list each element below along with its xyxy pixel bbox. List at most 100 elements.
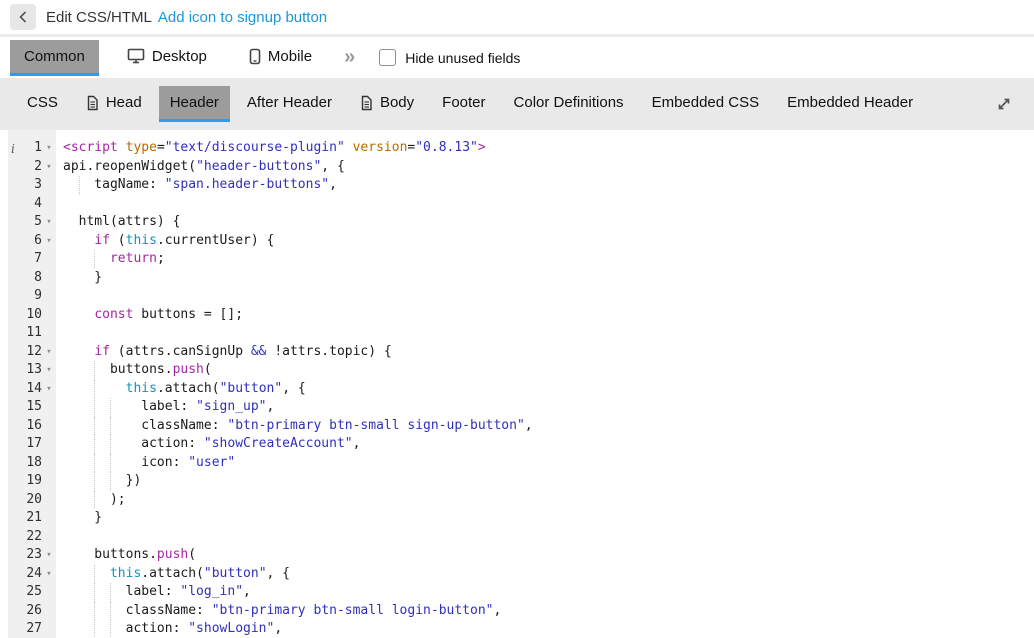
hide-unused-checkbox[interactable] [379,49,396,66]
code-text[interactable]: if (this.currentUser) { [56,232,274,251]
line-number: 13 [8,361,42,380]
fold-arrow-icon[interactable]: ▾ [42,380,56,399]
code-editor[interactable]: i1▾<script type="text/discourse-plugin" … [0,130,1034,638]
code-line[interactable]: 4 [8,195,1034,214]
code-line[interactable]: 3 tagName: "span.header-buttons", [8,176,1034,195]
fold-arrow-icon[interactable]: ▾ [42,158,56,177]
back-button[interactable] [10,4,36,30]
code-line[interactable]: 2▾api.reopenWidget("header-buttons", { [8,158,1034,177]
maximize-icon[interactable] [996,96,1018,112]
tab-label: Embedded Header [787,94,913,111]
code-text[interactable]: if (attrs.canSignUp && !attrs.topic) { [56,343,392,362]
tab-embedded-css[interactable]: Embedded CSS [641,86,771,122]
code-line[interactable]: 17 action: "showCreateAccount", [8,435,1034,454]
code-text[interactable]: api.reopenWidget("header-buttons", { [56,158,345,177]
code-text[interactable] [56,287,63,306]
code-line[interactable]: 24▾ this.attach("button", { [8,565,1034,584]
code-text[interactable]: this.attach("button", { [56,380,306,399]
code-text[interactable]: this.attach("button", { [56,565,290,584]
code-line[interactable]: 23▾ buttons.push( [8,546,1034,565]
overflow-chevrons-icon[interactable]: » [344,46,353,69]
code-line[interactable]: 18 icon: "user" [8,454,1034,473]
tab-footer[interactable]: Footer [431,86,496,122]
code-line[interactable]: 9 [8,287,1034,306]
code-text[interactable]: } [56,269,102,288]
tab-css[interactable]: CSS [16,86,69,122]
code-text[interactable]: className: "btn-primary btn-small login-… [56,602,501,621]
code-line[interactable]: 22 [8,528,1034,547]
code-text[interactable]: tagName: "span.header-buttons", [56,176,337,195]
code-line[interactable]: 8 } [8,269,1034,288]
code-line[interactable]: 27 action: "showLogin", [8,620,1034,638]
code-text[interactable] [56,528,63,547]
code-text[interactable]: const buttons = []; [56,306,243,325]
code-text[interactable]: className: "btn-primary btn-small sign-u… [56,417,533,436]
code-text[interactable]: action: "showCreateAccount", [56,435,360,454]
fold-slot [42,324,56,343]
code-line[interactable]: 12▾ if (attrs.canSignUp && !attrs.topic)… [8,343,1034,362]
code-text[interactable]: buttons.push( [56,361,212,380]
code-line[interactable]: 19 }) [8,472,1034,491]
code-text[interactable]: buttons.push( [56,546,196,565]
code-line[interactable]: 6▾ if (this.currentUser) { [8,232,1034,251]
indent-guide [94,435,95,454]
tab-header[interactable]: Header [159,86,230,122]
code-text[interactable]: <script type="text/discourse-plugin" ver… [56,139,486,158]
fold-arrow-icon[interactable]: ▾ [42,343,56,362]
code-text[interactable]: action: "showLogin", [56,620,282,638]
indent-guide [94,417,95,436]
tab-body[interactable]: Body [349,86,425,122]
tab-head[interactable]: Head [75,86,153,122]
fold-arrow-icon[interactable]: ▾ [42,565,56,584]
line-number: 22 [8,528,42,547]
code-text[interactable]: html(attrs) { [56,213,180,232]
code-line[interactable]: 20 ); [8,491,1034,510]
tab-common[interactable]: Common [10,40,99,76]
code-line[interactable]: 25 label: "log_in", [8,583,1034,602]
code-line[interactable]: 14▾ this.attach("button", { [8,380,1034,399]
fold-arrow-icon[interactable]: ▾ [42,139,56,158]
line-number: 12 [8,343,42,362]
code-line[interactable]: 5▾ html(attrs) { [8,213,1034,232]
line-number: 8 [8,269,42,288]
code-line[interactable]: 7 return; [8,250,1034,269]
tab-color-definitions[interactable]: Color Definitions [503,86,635,122]
gutter-cell: 10 [8,306,56,325]
tab-after-header[interactable]: After Header [236,86,343,122]
fold-slot [42,176,56,195]
code-text[interactable]: return; [56,250,165,269]
code-line[interactable]: 13▾ buttons.push( [8,361,1034,380]
tab-desktop[interactable]: Desktop [113,40,221,76]
code-text[interactable] [56,324,63,343]
code-text[interactable] [56,195,63,214]
gutter-cell: 19 [8,472,56,491]
fold-arrow-icon[interactable]: ▾ [42,361,56,380]
customization-name-link[interactable]: Add icon to signup button [158,9,327,26]
line-number: 20 [8,491,42,510]
gutter-cell: 3 [8,176,56,195]
fold-slot [42,602,56,621]
code-line[interactable]: 15 label: "sign_up", [8,398,1034,417]
tab-embedded-header[interactable]: Embedded Header [776,86,924,122]
code-text[interactable]: } [56,509,102,528]
tab-mobile[interactable]: Mobile [235,40,326,76]
code-line[interactable]: 26 className: "btn-primary btn-small log… [8,602,1034,621]
code-text[interactable]: ); [56,491,126,510]
fold-arrow-icon[interactable]: ▾ [42,213,56,232]
code-text[interactable]: }) [56,472,141,491]
indent-guide [110,435,111,454]
code-text[interactable]: label: "sign_up", [56,398,274,417]
code-text[interactable]: icon: "user" [56,454,235,473]
tab-label: After Header [247,94,332,111]
fold-arrow-icon[interactable]: ▾ [42,232,56,251]
code-line[interactable]: 11 [8,324,1034,343]
desktop-icon [127,48,145,64]
code-line[interactable]: 16 className: "btn-primary btn-small sig… [8,417,1034,436]
line-number: 25 [8,583,42,602]
code-line[interactable]: 21 } [8,509,1034,528]
code-line[interactable]: 10 const buttons = []; [8,306,1034,325]
code-text[interactable]: label: "log_in", [56,583,251,602]
code-line[interactable]: i1▾<script type="text/discourse-plugin" … [8,139,1034,158]
fold-arrow-icon[interactable]: ▾ [42,546,56,565]
indent-guide [94,620,95,638]
